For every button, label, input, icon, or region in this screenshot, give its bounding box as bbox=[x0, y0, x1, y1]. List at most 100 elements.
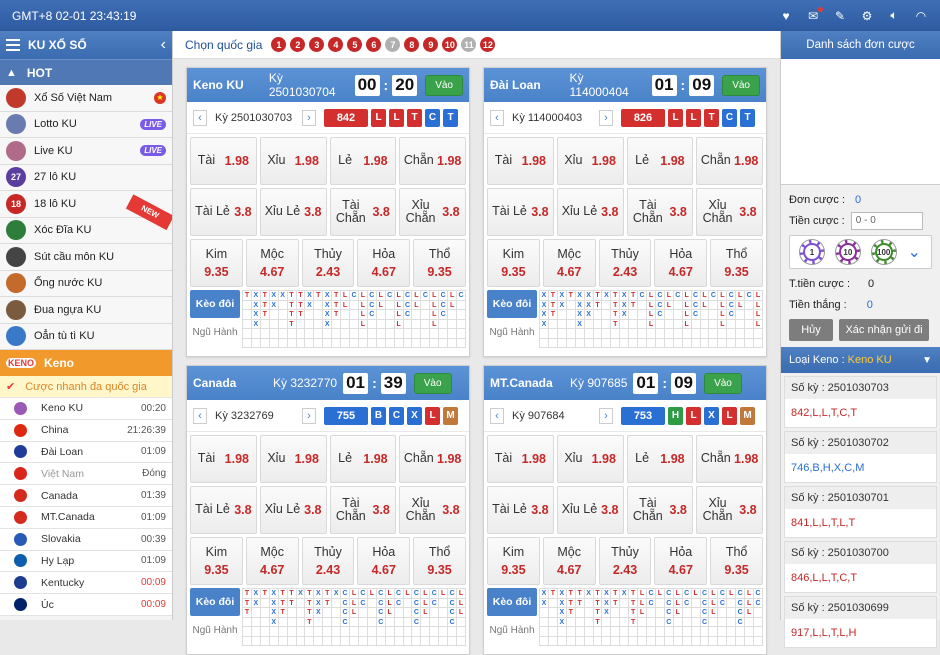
enter-button[interactable]: Vào bbox=[413, 372, 452, 394]
element-bet-option[interactable]: Thủy 2.43 bbox=[301, 537, 355, 585]
element-bet-option[interactable]: Thổ 9.35 bbox=[710, 537, 763, 585]
element-bet-option[interactable]: Kim 9.35 bbox=[190, 537, 243, 585]
confirm-submit-button[interactable]: Xác nhận gửi đi bbox=[839, 319, 929, 341]
sidebar-country-item[interactable]: Đài Loan 01:09 bbox=[0, 441, 172, 464]
bet-option[interactable]: Xỉu 1.98 bbox=[556, 435, 624, 483]
sidebar-country-item[interactable]: China 21:26:39 bbox=[0, 419, 172, 442]
prev-arrow-icon[interactable]: ‹ bbox=[490, 407, 504, 424]
sidebar-country-item[interactable]: Kentucky 00:09 bbox=[0, 572, 172, 595]
bet-option[interactable]: Xỉu Chẵn 3.8 bbox=[696, 486, 763, 534]
tools-icon[interactable]: ✎ bbox=[833, 9, 847, 23]
element-bet-option[interactable]: Hỏa 4.67 bbox=[654, 239, 708, 287]
sidebar-item-game[interactable]: Sút cầu môn KU bbox=[0, 244, 172, 271]
sidebar-country-item[interactable]: Hy Lạp 01:09 bbox=[0, 550, 172, 573]
menu-icon[interactable] bbox=[6, 39, 20, 51]
sidebar-item-game[interactable]: Xóc Đĩa KU NEW bbox=[0, 193, 172, 244]
bet-option[interactable]: Xỉu Chẵn 3.8 bbox=[696, 188, 763, 236]
element-bet-option[interactable]: Mộc 4.67 bbox=[542, 537, 596, 585]
wifi-icon[interactable]: ◠ bbox=[914, 9, 928, 23]
bet-option[interactable]: Xỉu 1.98 bbox=[556, 137, 624, 185]
keo-doi-tab[interactable]: Kèo đôi bbox=[487, 588, 537, 616]
mail-icon[interactable]: ✉ bbox=[806, 6, 823, 23]
bet-option[interactable]: Tài Lẻ 3.8 bbox=[487, 188, 554, 236]
bet-option[interactable]: Xỉu 1.98 bbox=[259, 435, 327, 483]
bet-option[interactable]: Xỉu Lẻ 3.8 bbox=[556, 486, 624, 534]
keo-doi-tab[interactable]: Kèo đôi bbox=[190, 588, 240, 616]
bet-option[interactable]: Lẻ 1.98 bbox=[626, 137, 694, 185]
sidebar-item-game[interactable]: 27 27 lô KU bbox=[0, 164, 172, 191]
bet-option[interactable]: Tài 1.98 bbox=[190, 137, 257, 185]
ngu-hanh-tab[interactable]: Ngũ Hành bbox=[190, 318, 240, 346]
country-number-button[interactable]: 4 bbox=[328, 37, 344, 52]
bet-option[interactable]: Tài Chẵn 3.8 bbox=[626, 486, 694, 534]
country-number-button[interactable]: 9 bbox=[423, 37, 439, 52]
element-bet-option[interactable]: Kim 9.35 bbox=[487, 239, 540, 287]
element-bet-option[interactable]: Mộc 4.67 bbox=[542, 239, 596, 287]
bet-option[interactable]: Xỉu Lẻ 3.8 bbox=[259, 486, 327, 534]
keo-doi-tab[interactable]: Kèo đôi bbox=[190, 290, 240, 318]
bet-option[interactable]: Tài 1.98 bbox=[190, 435, 257, 483]
element-bet-option[interactable]: Hỏa 4.67 bbox=[357, 239, 411, 287]
country-number-button[interactable]: 10 bbox=[442, 37, 458, 52]
bet-option[interactable]: Xỉu Chẵn 3.8 bbox=[399, 486, 466, 534]
hot-section-toggle[interactable]: ▲ HOT bbox=[0, 59, 172, 85]
enter-button[interactable]: Vào bbox=[425, 74, 463, 96]
next-arrow-icon[interactable]: › bbox=[599, 407, 613, 424]
element-bet-option[interactable]: Thủy 2.43 bbox=[598, 537, 652, 585]
enter-button[interactable]: Vào bbox=[704, 372, 742, 394]
element-bet-option[interactable]: Kim 9.35 bbox=[487, 537, 540, 585]
element-bet-option[interactable]: Thủy 2.43 bbox=[598, 239, 652, 287]
sidebar-item-game[interactable]: Đua ngựa KU bbox=[0, 297, 172, 324]
sidebar-item-keno[interactable]: KENO Keno bbox=[0, 350, 172, 376]
bet-option[interactable]: Tài 1.98 bbox=[487, 137, 554, 185]
sidebar-country-item[interactable]: Keno KU 00:20 bbox=[0, 398, 172, 420]
bet-option[interactable]: Chẵn 1.98 bbox=[696, 137, 763, 185]
prev-arrow-icon[interactable]: ‹ bbox=[193, 109, 207, 126]
chip-1[interactable]: 1 bbox=[799, 240, 824, 264]
country-number-button[interactable]: 8 bbox=[404, 37, 420, 52]
element-bet-option[interactable]: Hỏa 4.67 bbox=[654, 537, 708, 585]
heart-hand-icon[interactable]: ♥ bbox=[779, 9, 793, 23]
country-number-button[interactable]: 2 bbox=[290, 37, 306, 52]
ngu-hanh-tab[interactable]: Ngũ Hành bbox=[487, 616, 537, 644]
keo-doi-tab[interactable]: Kèo đôi bbox=[487, 290, 537, 318]
country-number-button[interactable]: 1 bbox=[271, 37, 287, 52]
element-bet-option[interactable]: Thổ 9.35 bbox=[413, 537, 466, 585]
chip-100[interactable]: 100 bbox=[871, 240, 896, 264]
bet-option[interactable]: Tài Chẵn 3.8 bbox=[329, 486, 397, 534]
country-number-button[interactable]: 12 bbox=[480, 37, 496, 52]
country-number-button[interactable]: 11 bbox=[461, 37, 477, 52]
country-number-button[interactable]: 5 bbox=[347, 37, 363, 52]
next-arrow-icon[interactable]: › bbox=[302, 109, 316, 126]
bet-option[interactable]: Tài Lẻ 3.8 bbox=[190, 486, 257, 534]
country-number-button[interactable]: 3 bbox=[309, 37, 325, 52]
element-bet-option[interactable]: Thổ 9.35 bbox=[413, 239, 466, 287]
gear-icon[interactable]: ⚙ bbox=[860, 9, 874, 23]
bet-option[interactable]: Xỉu Chẵn 3.8 bbox=[399, 188, 466, 236]
bet-option[interactable]: Tài 1.98 bbox=[487, 435, 554, 483]
element-bet-option[interactable]: Hỏa 4.67 bbox=[357, 537, 411, 585]
country-number-button[interactable]: 6 bbox=[366, 37, 382, 52]
chip-expand-icon[interactable]: ⌄ bbox=[908, 242, 921, 262]
country-number-button[interactable]: 7 bbox=[385, 37, 401, 52]
prev-arrow-icon[interactable]: ‹ bbox=[193, 407, 207, 424]
element-bet-option[interactable]: Kim 9.35 bbox=[190, 239, 243, 287]
element-bet-option[interactable]: Mộc 4.67 bbox=[245, 239, 299, 287]
sidebar-country-item[interactable]: Slovakia 00:39 bbox=[0, 528, 172, 551]
bet-option[interactable]: Tài Lẻ 3.8 bbox=[487, 486, 554, 534]
bet-option[interactable]: Lẻ 1.98 bbox=[329, 137, 397, 185]
sidebar-country-item[interactable]: MT.Canada 01:09 bbox=[0, 506, 172, 529]
element-bet-option[interactable]: Thổ 9.35 bbox=[710, 239, 763, 287]
sidebar-item-game[interactable]: Live KU LIVE bbox=[0, 138, 172, 165]
prev-arrow-icon[interactable]: ‹ bbox=[490, 109, 504, 126]
bet-option[interactable]: Chẵn 1.98 bbox=[696, 435, 763, 483]
next-arrow-icon[interactable]: › bbox=[302, 407, 316, 424]
sidebar-country-item[interactable]: Việt Nam Đóng bbox=[0, 463, 172, 486]
keno-type-select[interactable]: Loại Keno : Keno KU ▼ bbox=[781, 347, 940, 373]
bet-option[interactable]: Lẻ 1.98 bbox=[626, 435, 694, 483]
bet-option[interactable]: Tài Lẻ 3.8 bbox=[190, 188, 257, 236]
sidebar-item-game[interactable]: Ống nước KU bbox=[0, 270, 172, 297]
sidebar-country-item[interactable]: Canada 01:39 bbox=[0, 485, 172, 507]
bet-option[interactable]: Chẵn 1.98 bbox=[399, 137, 466, 185]
element-bet-option[interactable]: Thủy 2.43 bbox=[301, 239, 355, 287]
